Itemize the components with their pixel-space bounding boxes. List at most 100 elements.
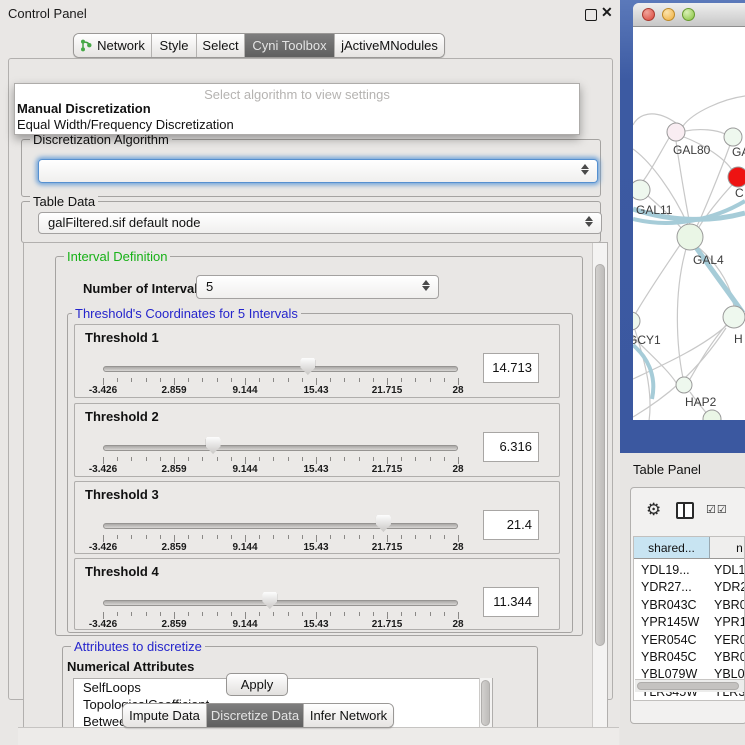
slider-tick — [330, 535, 331, 539]
threshold-slider-thumb[interactable] — [376, 515, 391, 532]
slider-tick — [273, 457, 274, 461]
slider-tick-label: 28 — [452, 619, 463, 630]
slider-tick-label: 2.859 — [161, 464, 186, 475]
slider-tick — [273, 612, 274, 616]
table-row[interactable]: YBR045CYBR0 — [634, 650, 745, 667]
threshold-value-field[interactable]: 21.4 — [483, 510, 539, 540]
threshold-slider-track[interactable] — [103, 366, 458, 372]
network-edge[interactable] — [633, 114, 676, 125]
close-light[interactable] — [642, 8, 655, 21]
threshold-label: Threshold 3 — [85, 487, 159, 502]
threshold-slider-track[interactable] — [103, 600, 458, 606]
threshold-slider-track[interactable] — [103, 523, 458, 529]
network-node-gcy1[interactable] — [633, 312, 640, 330]
thresholds-group: Threshold's Coordinates for 5 Intervals … — [67, 313, 573, 633]
slider-tick — [458, 535, 459, 542]
top-tab-bar: Network Style SelectCyni ToolboxjActiveMNo… — [73, 33, 445, 58]
threshold-slider-thumb[interactable] — [300, 358, 315, 375]
popup-item-equal-width-frequency[interactable]: Equal Width/Frequency Discretization — [17, 117, 234, 132]
network-node-ga[interactable] — [724, 128, 742, 146]
slider-tick — [359, 378, 360, 382]
threshold-value-field[interactable]: 11.344 — [483, 587, 539, 617]
algorithm-combobox[interactable] — [38, 159, 598, 183]
columns-icon[interactable] — [676, 502, 694, 519]
tab-impute-data[interactable]: Impute Data — [123, 704, 207, 727]
threshold-value-field[interactable]: 6.316 — [483, 432, 539, 462]
table-data-combobox-value: galFiltered.sif default node — [48, 215, 200, 230]
slider-tick — [373, 612, 374, 616]
tab-infer-network[interactable]: Infer Network — [304, 704, 393, 727]
slider-tick-label: -3.426 — [89, 464, 117, 475]
slider-tick — [344, 378, 345, 382]
table-row[interactable]: YBR043CYBR0 — [634, 598, 745, 615]
table-row[interactable]: YER054CYER0 — [634, 633, 745, 650]
table-row[interactable]: YDR27... YDR2 — [634, 580, 745, 597]
settings-vertical-scrollbar[interactable] — [592, 243, 608, 728]
cell-name: YDL1 — [714, 563, 745, 577]
interval-definition-title: Interval Definition — [64, 249, 170, 264]
number-of-intervals-combobox[interactable]: 5 — [196, 275, 439, 299]
cell-name: YBR0 — [714, 598, 745, 612]
table-row[interactable]: YDL19...YDL1 — [634, 563, 745, 580]
network-edge[interactable] — [683, 96, 745, 126]
network-node-gal11[interactable] — [633, 180, 650, 200]
threshold-slider-track[interactable] — [103, 445, 458, 451]
slider-tick — [231, 378, 232, 382]
network-inner-window: GAL80GACGAL11GAL4HGCY1HAP2 — [633, 3, 745, 420]
tab-cyni-toolbox[interactable]: Cyni Toolbox — [245, 34, 335, 57]
network-node-h[interactable] — [723, 306, 745, 328]
network-window-titlebar[interactable] — [633, 3, 745, 27]
table-row[interactable]: YPR145WYPR1 — [634, 615, 745, 632]
slider-tick — [174, 457, 175, 464]
slider-tick — [288, 535, 289, 539]
minimize-light[interactable] — [662, 8, 675, 21]
network-edge[interactable] — [633, 245, 680, 318]
threshold-slider-thumb[interactable] — [262, 592, 277, 609]
float-window-icon[interactable] — [585, 9, 597, 21]
tab-style[interactable]: Style — [152, 34, 197, 57]
network-edge[interactable] — [685, 130, 725, 134]
tab-jactivemnodules[interactable]: jActiveMNodules — [335, 34, 444, 57]
tab-label: Style — [160, 38, 189, 53]
zoom-light[interactable] — [682, 8, 695, 21]
combobox-stepper-icon[interactable] — [581, 163, 590, 176]
cell-shared-name: YDR27... — [641, 580, 692, 594]
table-horizontal-scrollbar[interactable] — [635, 679, 744, 692]
network-edge[interactable] — [677, 249, 686, 378]
threshold-slider-thumb[interactable] — [206, 437, 221, 454]
gear-icon[interactable]: ⚙ — [646, 500, 661, 520]
tab-discretize-data[interactable]: Discretize Data — [207, 704, 304, 727]
slider-tick — [217, 457, 218, 461]
slider-tick-label: 15.43 — [303, 464, 328, 475]
network-node-c-red[interactable] — [728, 167, 745, 187]
close-icon[interactable]: ✕ — [601, 4, 613, 21]
combobox-stepper-icon[interactable] — [585, 215, 594, 228]
network-edge[interactable] — [643, 138, 669, 181]
cell-name: YDR2 — [714, 580, 745, 594]
network-node-hap2[interactable] — [676, 377, 692, 393]
slider-tick — [117, 535, 118, 539]
checkboxes-icon[interactable]: ☑☑ — [706, 503, 728, 516]
popup-item-manual-discretization[interactable]: Manual Discretization — [17, 101, 151, 116]
cell-shared-name: YBR045C — [641, 650, 697, 664]
combobox-stepper-icon[interactable] — [422, 279, 431, 292]
slider-tick-label: 2.859 — [161, 619, 186, 630]
tab-network[interactable]: Network — [74, 34, 152, 57]
network-node-gal80[interactable] — [667, 123, 685, 141]
tab-select[interactable]: Select — [197, 34, 245, 57]
table-data-combobox[interactable]: galFiltered.sif default node — [38, 212, 602, 234]
attributes-list-scrollbar[interactable] — [479, 678, 492, 729]
column-header-n[interactable]: n — [710, 537, 745, 559]
apply-button[interactable]: Apply — [226, 673, 288, 696]
slider-tick — [387, 378, 388, 385]
threshold-value-field[interactable]: 14.713 — [483, 353, 539, 383]
tab-label: Infer Network — [310, 708, 387, 723]
table-horizontal-scrollbar-thumb[interactable] — [637, 682, 739, 690]
slider-tick — [430, 378, 431, 382]
network-canvas[interactable]: GAL80GACGAL11GAL4HGCY1HAP2 — [633, 27, 745, 420]
slider-tick — [444, 612, 445, 616]
discretization-algorithm-group: Discretization Algorithm — [21, 139, 601, 197]
network-edge[interactable] — [633, 345, 653, 399]
network-node-gal4[interactable] — [677, 224, 703, 250]
column-header-shared[interactable]: shared... — [634, 537, 710, 559]
